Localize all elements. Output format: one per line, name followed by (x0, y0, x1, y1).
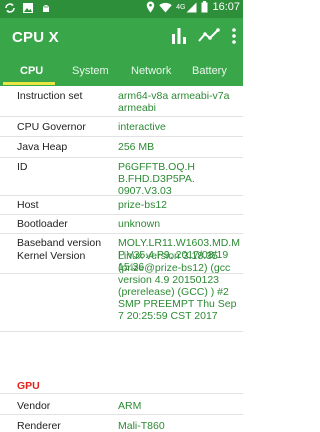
trend-chart-icon[interactable] (198, 27, 220, 45)
status-bar-left-icons (4, 2, 52, 14)
wifi-icon (159, 2, 172, 13)
tab-bar: CPU System Network Battery (0, 58, 243, 86)
row-label: Java Heap (17, 141, 68, 153)
row-value: interactive (118, 121, 166, 133)
row-value: Mali-T860 (118, 420, 165, 432)
network-type-label: 4G (176, 3, 186, 11)
row-label: Kernel Version (17, 250, 86, 262)
location-icon (146, 1, 155, 13)
row-value: unknown (118, 218, 161, 230)
active-tab-indicator (3, 82, 55, 85)
cpu-info-list[interactable]: Instruction set arm64-v8a armeabi-v7a ar… (0, 86, 243, 432)
divider (0, 136, 243, 137)
row-value: ARM (118, 400, 142, 412)
battery-icon (201, 1, 208, 13)
row-label: Instruction set (17, 90, 83, 102)
divider (0, 116, 243, 117)
row-value: Linux version 3.18.35 (prize@prize-bs12)… (118, 250, 237, 322)
row-label: Bootloader (17, 218, 68, 230)
divider (0, 157, 243, 158)
row-label: Vendor (17, 400, 51, 412)
divider (0, 233, 243, 234)
row-label: ID (17, 161, 28, 173)
divider (0, 214, 243, 215)
toolbar-actions (171, 27, 237, 45)
signal-icon (186, 2, 197, 12)
app-title: CPU X (12, 29, 59, 46)
row-label: CPU Governor (17, 121, 86, 133)
status-time: 16:07 (212, 1, 240, 13)
row-value: arm64-v8a armeabi-v7a armeabi (118, 90, 230, 114)
row-label: Renderer (17, 420, 61, 432)
divider (0, 331, 243, 332)
tab-battery[interactable]: Battery (192, 65, 227, 77)
app-toolbar: CPU X (0, 18, 243, 58)
row-value: prize-bs12 (118, 199, 168, 211)
tab-cpu[interactable]: CPU (20, 65, 43, 77)
divider (0, 393, 243, 394)
gpu-section-title: GPU (17, 380, 40, 392)
row-label: Baseband version (17, 237, 102, 249)
row-label: Host (17, 199, 39, 211)
row-value: P6GFFTB.OQ.H B.FHD.D3P5PA. 0907.V3.03 (118, 161, 196, 197)
status-bar: 4G 16:07 (0, 0, 243, 18)
tab-network[interactable]: Network (131, 65, 171, 77)
sync-icon (5, 3, 15, 13)
status-bar-right-icons: 4G 16:07 (146, 1, 240, 13)
bar-chart-icon[interactable] (171, 27, 187, 45)
gallery-icon (23, 3, 33, 13)
divider (0, 195, 243, 196)
divider (0, 414, 243, 415)
android-debug-icon (43, 5, 49, 12)
tab-system[interactable]: System (72, 65, 109, 77)
more-vert-icon[interactable] (231, 27, 237, 45)
row-value: 256 MB (118, 141, 155, 153)
